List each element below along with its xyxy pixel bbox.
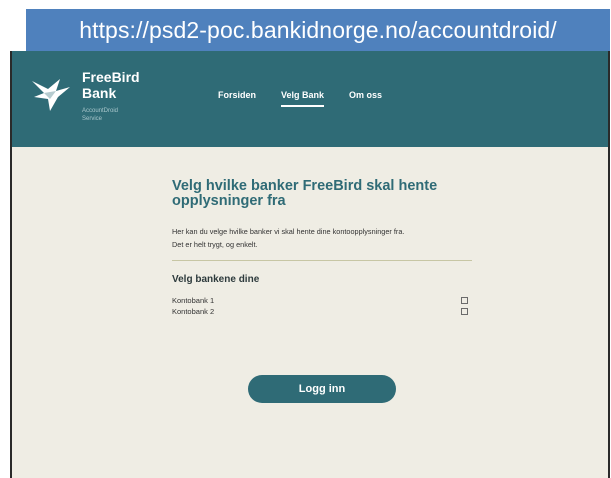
main-content: Velg hvilke banker FreeBird skal hente o… bbox=[172, 179, 482, 317]
browser-viewport: FreeBird Bank AccountDroid Service Forsi… bbox=[10, 51, 610, 478]
page-title: Velg hvilke banker FreeBird skal hente o… bbox=[172, 178, 438, 209]
bank-row-kontobank-1[interactable]: Kontobank 1 bbox=[172, 295, 468, 306]
url-banner: https://psd2-poc.bankidnorge.no/accountd… bbox=[26, 9, 610, 51]
url-text: https://psd2-poc.bankidnorge.no/accountd… bbox=[79, 16, 557, 43]
bank-checkbox-1[interactable] bbox=[461, 297, 468, 304]
divider bbox=[172, 260, 472, 261]
nav-item-velg-bank[interactable]: Velg Bank bbox=[281, 88, 325, 107]
freebird-logo[interactable]: FreeBird Bank AccountDroid Service bbox=[22, 63, 162, 143]
section-title: Velg bankene dine bbox=[172, 274, 260, 285]
nav-item-om-oss[interactable]: Om oss bbox=[349, 88, 382, 107]
logo-sub-line2: Service bbox=[82, 116, 103, 122]
bird-logo-icon bbox=[30, 75, 74, 118]
bank-list: Kontobank 1 Kontobank 2 bbox=[172, 295, 468, 317]
logo-text: FreeBird Bank bbox=[82, 69, 140, 101]
nav-item-forsiden[interactable]: Forsiden bbox=[218, 88, 256, 107]
bank-label: Kontobank 1 bbox=[172, 296, 215, 305]
logo-name-line1: FreeBird bbox=[82, 69, 140, 85]
intro-text: Her kan du velge hvilke banker vi skal h… bbox=[172, 227, 405, 249]
logo-name-line2: Bank bbox=[82, 85, 117, 101]
bank-label: Kontobank 2 bbox=[172, 307, 215, 316]
main-nav: Forsiden Velg Bank Om oss bbox=[218, 88, 407, 107]
bank-checkbox-2[interactable] bbox=[461, 308, 468, 315]
login-button[interactable]: Logg inn bbox=[248, 375, 396, 403]
logo-subtitle: AccountDroid Service bbox=[82, 107, 118, 123]
site-header: FreeBird Bank AccountDroid Service Forsi… bbox=[12, 51, 608, 147]
bank-row-kontobank-2[interactable]: Kontobank 2 bbox=[172, 306, 468, 317]
logo-sub-line1: AccountDroid bbox=[82, 108, 119, 114]
